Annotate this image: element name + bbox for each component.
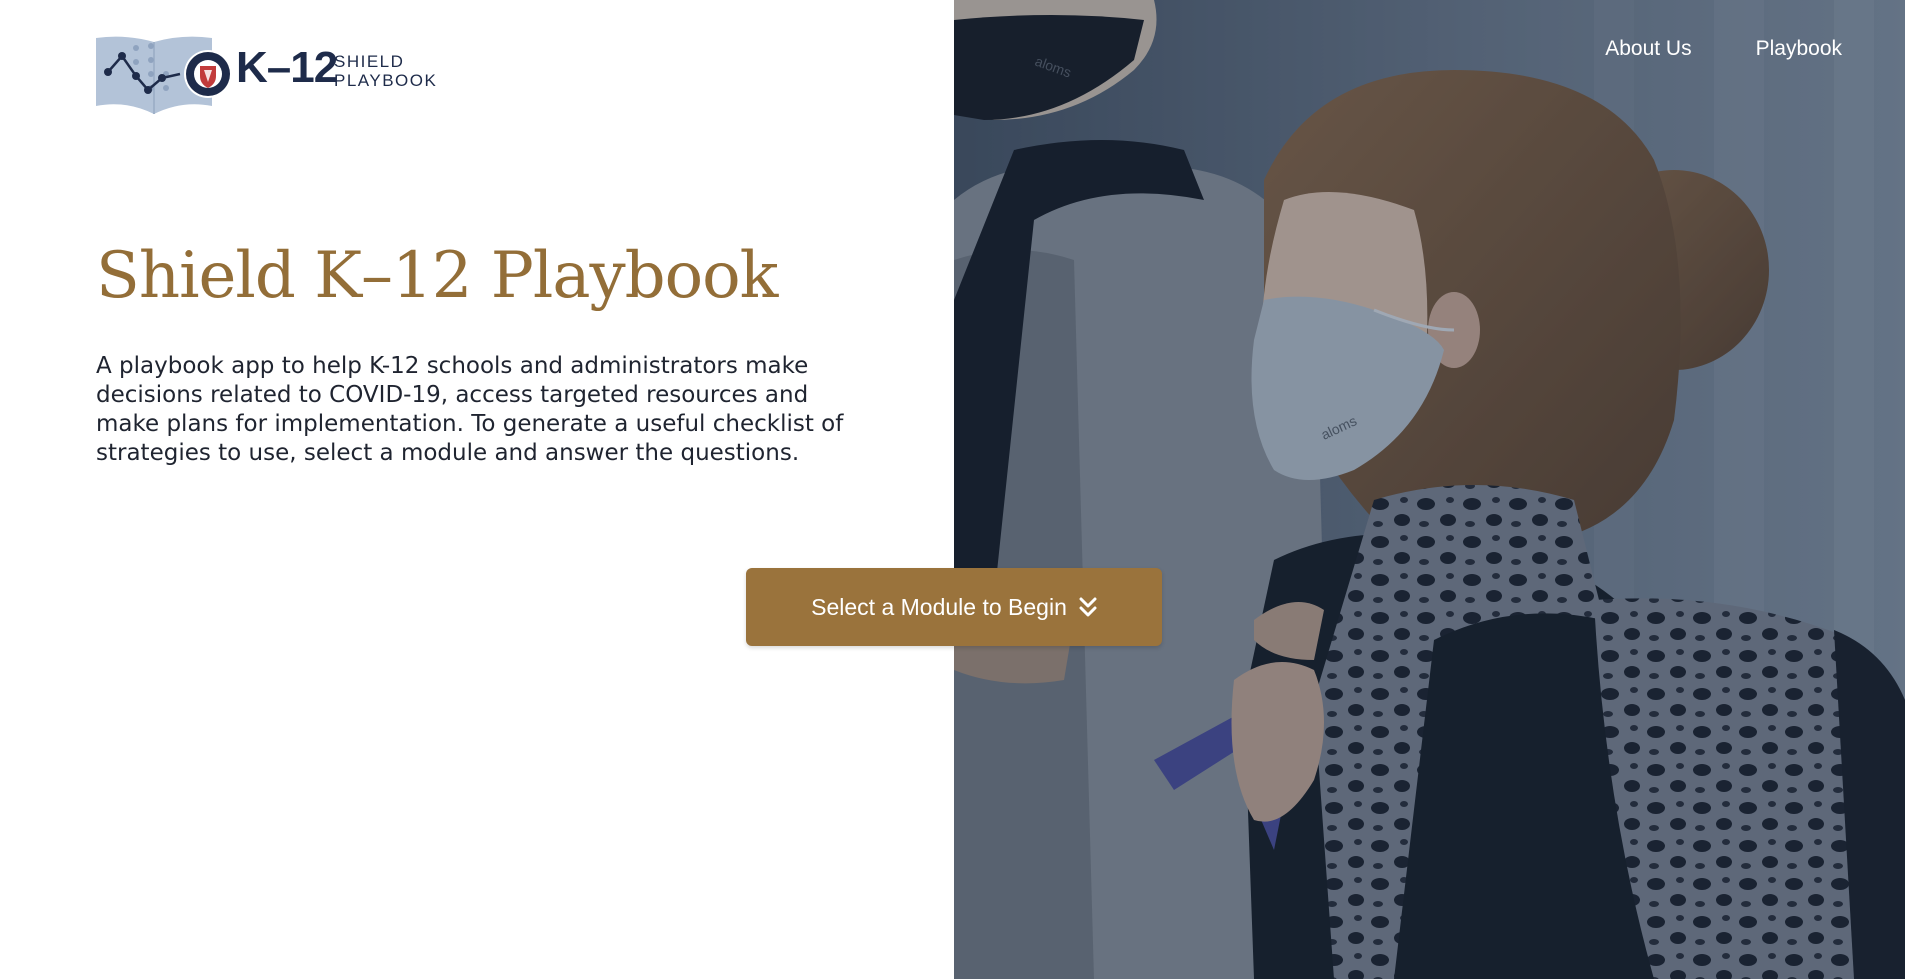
open-book-chart-shield-icon — [96, 36, 232, 114]
hero-photo: aloms aloms — [954, 0, 1905, 979]
landing-page: K–12 SHIELD PLAYBOOK Shield K–12 Playboo… — [0, 0, 1905, 979]
hero-photo-panel: aloms aloms About Us Playbook — [954, 0, 1905, 979]
page-title: Shield K–12 Playbook — [96, 239, 778, 313]
logo-wordmark: K–12 — [236, 43, 338, 92]
logo-subtitle-line-2: PLAYBOOK — [334, 71, 438, 90]
logo-subtitle: SHIELD PLAYBOOK — [334, 52, 437, 90]
k12-shield-playbook-logo[interactable]: K–12 SHIELD PLAYBOOK — [96, 34, 436, 124]
select-module-button[interactable]: Select a Module to Begin — [746, 568, 1162, 646]
intro-description: A playbook app to help K-12 schools and … — [96, 353, 844, 466]
double-chevron-down-icon — [1079, 596, 1097, 618]
nav-link-playbook[interactable]: Playbook — [1756, 36, 1842, 62]
intro-panel: K–12 SHIELD PLAYBOOK Shield K–12 Playboo… — [0, 0, 954, 979]
nav-link-about-us[interactable]: About Us — [1605, 36, 1691, 62]
select-module-label: Select a Module to Begin — [811, 593, 1067, 620]
logo-subtitle-line-1: SHIELD — [334, 52, 405, 71]
main-nav: About Us Playbook — [1605, 36, 1842, 62]
